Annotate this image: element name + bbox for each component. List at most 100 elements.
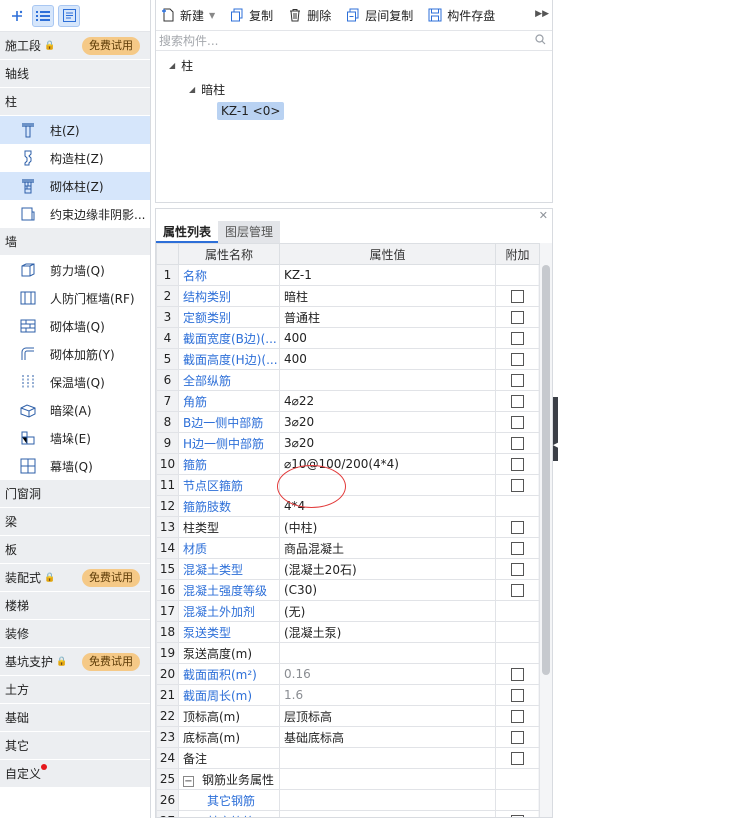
property-value[interactable]: 4⌀22 (279, 390, 496, 412)
category-top-2[interactable]: 柱 (0, 88, 150, 116)
category-bottom-3[interactable]: 装配式 🔒 免费试用 (0, 564, 150, 592)
add-icon[interactable] (6, 5, 28, 27)
property-value[interactable]: 3⌀20 (279, 432, 496, 454)
property-value[interactable] (279, 747, 496, 769)
table-row[interactable]: 26 其它钢筋 (156, 789, 540, 811)
table-row[interactable]: 21 截面周长(m) 1.6 (156, 684, 540, 706)
tab-layer-management[interactable]: 图层管理 (218, 221, 281, 243)
scrollbar-thumb[interactable] (542, 265, 550, 675)
property-value[interactable] (279, 810, 496, 817)
sidebar-item[interactable]: 约束边缘非阴影... (0, 200, 150, 228)
table-row[interactable]: 12 箍筋肢数 4*4 (156, 495, 540, 517)
property-value[interactable]: (混凝土20石) (279, 558, 496, 580)
table-row[interactable]: 3 定额类别 普通柱 (156, 306, 540, 328)
property-value[interactable]: 层顶标高 (279, 705, 496, 727)
extra-checkbox[interactable] (511, 290, 524, 303)
category-top-1[interactable]: 轴线 (0, 60, 150, 88)
close-icon[interactable]: ✕ (539, 209, 548, 222)
floor-copy-button[interactable]: 层间复制 (345, 7, 413, 24)
list-view-icon[interactable] (32, 4, 54, 27)
property-value[interactable] (279, 369, 496, 391)
table-row[interactable]: 7 角筋 4⌀22 (156, 390, 540, 412)
property-value[interactable]: 0.16 (279, 663, 496, 685)
collapse-triangle-icon[interactable]: ◢ (169, 61, 175, 70)
table-row[interactable]: 2 结构类别 暗柱 (156, 285, 540, 307)
sidebar-item[interactable]: 人防门框墙(RF) (0, 284, 150, 312)
property-value[interactable]: 基础底标高 (279, 726, 496, 748)
table-row[interactable]: 4 截面宽度(B边)(... 400 (156, 327, 540, 349)
delete-button[interactable]: 删除 (287, 7, 331, 24)
table-row[interactable]: 27 其它箍筋 (156, 810, 540, 817)
category-bottom-4[interactable]: 楼梯 (0, 592, 150, 620)
extra-checkbox[interactable] (511, 395, 524, 408)
property-value[interactable]: 400 (279, 348, 496, 370)
property-value[interactable]: 暗柱 (279, 285, 496, 307)
sidebar-item[interactable]: 幕墙(Q) (0, 452, 150, 480)
table-row[interactable]: 18 泵送类型 (混凝土泵) (156, 621, 540, 643)
category-bottom-5[interactable]: 装修 (0, 620, 150, 648)
new-button[interactable]: 新建 ▼ (160, 7, 215, 24)
property-value[interactable]: (中柱) (279, 516, 496, 538)
category-bottom-8[interactable]: 基础 (0, 704, 150, 732)
table-row[interactable]: 14 材质 商品混凝土 (156, 537, 540, 559)
table-row[interactable]: 22 顶标高(m) 层顶标高 (156, 705, 540, 727)
property-value[interactable]: KZ-1 (279, 264, 496, 286)
category-top-0[interactable]: 施工段 🔒 免费试用 (0, 32, 150, 60)
table-row[interactable]: 23 底标高(m) 基础底标高 (156, 726, 540, 748)
property-value[interactable] (279, 642, 496, 664)
tree-node-column[interactable]: ◢ 柱 (169, 57, 193, 74)
sidebar-item[interactable]: 墙垛(E) (0, 424, 150, 452)
category-wall[interactable]: 墙 (0, 228, 150, 256)
table-row[interactable]: 24 备注 (156, 747, 540, 769)
side-collapse-handle[interactable] (553, 397, 558, 461)
table-row[interactable]: 1 名称 KZ-1 (156, 264, 540, 286)
free-trial-badge[interactable]: 免费试用 (82, 37, 140, 55)
property-value[interactable]: 400 (279, 327, 496, 349)
sidebar-item[interactable]: 砌体柱(Z) (0, 172, 150, 200)
table-row[interactable]: 15 混凝土类型 (混凝土20石) (156, 558, 540, 580)
table-row[interactable]: 16 混凝土强度等级 (C30) (156, 579, 540, 601)
property-value[interactable] (279, 768, 496, 790)
collapse-arrow-icon[interactable]: ◀ (553, 441, 558, 449)
sidebar-item[interactable]: 柱(Z) (0, 116, 150, 144)
sidebar-item[interactable]: 构造柱(Z) (0, 144, 150, 172)
extra-checkbox[interactable] (511, 521, 524, 534)
table-row[interactable]: 19 泵送高度(m) (156, 642, 540, 664)
extra-checkbox[interactable] (511, 416, 524, 429)
property-value[interactable]: 1.6 (279, 684, 496, 706)
copy-button[interactable]: 复制 (229, 7, 273, 24)
chevron-down-icon[interactable]: ▼ (209, 11, 215, 20)
save-component-button[interactable]: 构件存盘 (427, 7, 495, 24)
extra-checkbox[interactable] (511, 668, 524, 681)
extra-checkbox[interactable] (511, 437, 524, 450)
extra-checkbox[interactable] (511, 752, 524, 765)
property-value[interactable]: (C30) (279, 579, 496, 601)
collapse-triangle-icon[interactable]: ◢ (189, 85, 195, 94)
extra-checkbox[interactable] (511, 584, 524, 597)
property-value[interactable]: (无) (279, 600, 496, 622)
category-bottom-2[interactable]: 板 (0, 536, 150, 564)
table-row[interactable]: 13 柱类型 (中柱) (156, 516, 540, 538)
table-row[interactable]: 17 混凝土外加剂 (无) (156, 600, 540, 622)
category-bottom-9[interactable]: 其它 (0, 732, 150, 760)
property-value[interactable]: 3⌀20 (279, 411, 496, 433)
table-row[interactable]: 25− 钢筋业务属性 (156, 768, 540, 790)
sidebar-item[interactable]: 剪力墙(Q) (0, 256, 150, 284)
property-value[interactable] (279, 789, 496, 811)
search-input[interactable] (156, 31, 552, 51)
category-bottom-7[interactable]: 土方 (0, 676, 150, 704)
extra-checkbox[interactable] (511, 458, 524, 471)
sidebar-item[interactable]: 暗梁(A) (0, 396, 150, 424)
tree-node-kz1[interactable]: KZ-1 <0> (217, 102, 285, 120)
table-row[interactable]: 9 H边一侧中部筋 3⌀20 (156, 432, 540, 454)
extra-checkbox[interactable] (511, 311, 524, 324)
search-icon[interactable] (535, 34, 546, 48)
category-bottom-6[interactable]: 基坑支护 🔒 免费试用 (0, 648, 150, 676)
extra-checkbox[interactable] (511, 689, 524, 702)
property-value[interactable]: (混凝土泵) (279, 621, 496, 643)
extra-checkbox[interactable] (511, 710, 524, 723)
property-value[interactable]: 普通柱 (279, 306, 496, 328)
extra-checkbox[interactable] (511, 479, 524, 492)
tree-node-hidden-column[interactable]: ◢ 暗柱 (189, 81, 225, 98)
sidebar-item[interactable]: 砌体墙(Q) (0, 312, 150, 340)
